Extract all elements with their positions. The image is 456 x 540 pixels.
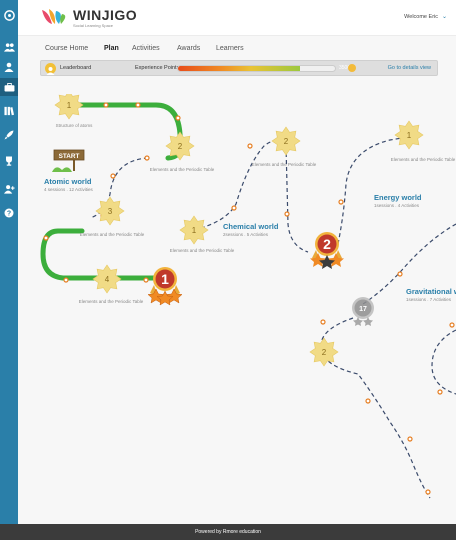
xp-progress-bar (177, 65, 336, 72)
rocket-icon[interactable] (2, 128, 16, 142)
lesson-node[interactable]: 1 (394, 120, 424, 150)
lesson-node[interactable]: 1 (179, 215, 209, 245)
coin-icon (348, 64, 356, 72)
world-meta-energy: 1sessions . 4 Activities (374, 203, 420, 208)
world-title-energy[interactable]: Energy world (374, 193, 422, 202)
leaderboard-bar: Leaderboard Experience Points 3500 Go to… (40, 60, 438, 76)
leaderboard-label[interactable]: Leaderboard (60, 65, 91, 71)
lesson-node[interactable]: 1 (54, 94, 84, 120)
path-completed (66, 102, 184, 161)
lesson-node[interactable]: 2 (271, 126, 301, 156)
badge-locked[interactable]: 17 (352, 297, 374, 326)
lesson-node-number: 2 (178, 142, 183, 151)
world-meta-atomic: 4 sessions . 12 Activities (44, 187, 94, 192)
world-title-gravitational[interactable]: Gravitational w (406, 287, 456, 296)
sidebar: ? (0, 0, 18, 524)
app-root: ? WINJIGO Social Learning Space Welcome … (0, 0, 456, 540)
lesson-node-number: 1 (67, 101, 72, 110)
user-add-icon[interactable] (2, 182, 16, 196)
logo-icon[interactable] (2, 8, 16, 22)
tab-activities[interactable]: Activities (132, 45, 160, 52)
start-sign: START (52, 149, 85, 172)
winjigo-logo-icon (42, 9, 66, 24)
path-remaining (193, 140, 287, 231)
lesson-node-caption: Elements and the Periodic Table (391, 157, 456, 162)
lesson-node-caption: Elements and the Periodic Table (80, 232, 145, 237)
footer: Powered by Rmore education (0, 524, 456, 540)
tab-course-home[interactable]: Course Home (45, 45, 88, 52)
path-remaining (337, 137, 403, 245)
lesson-node-number: 1 (407, 131, 412, 140)
users-icon[interactable] (2, 40, 16, 54)
books-icon[interactable] (2, 104, 16, 118)
trophy-icon[interactable] (2, 154, 16, 168)
lesson-node-number: 2 (322, 348, 327, 357)
badge-number: 2 (323, 236, 331, 252)
lesson-node-number: 3 (108, 207, 113, 216)
course-nav: Course Home Plan Activities Awards Learn… (18, 36, 456, 94)
badge-1[interactable]: 1 (147, 267, 183, 306)
badge-2[interactable]: 2 (310, 232, 344, 269)
lesson-node-caption: Structure of atoms (56, 123, 94, 128)
lesson-node-caption: Elements and the Periodic Table (79, 299, 144, 304)
lesson-node-number: 2 (284, 137, 289, 146)
brand-logo[interactable]: WINJIGO Social Learning Space (40, 8, 137, 28)
badge-number: 1 (161, 271, 169, 287)
xp-label: Experience Points (135, 65, 180, 71)
tab-learners[interactable]: Learners (216, 45, 244, 52)
tab-awards[interactable]: Awards (177, 45, 200, 52)
lesson-node[interactable]: 2 (309, 337, 339, 367)
path-remaining (320, 317, 431, 499)
briefcase-icon[interactable] (2, 80, 16, 94)
lesson-node[interactable]: 2 (165, 131, 195, 161)
brand-name: WINJIGO (73, 7, 138, 23)
lesson-node-number: 1 (192, 226, 197, 235)
details-view-link[interactable]: Go to details view (388, 65, 431, 71)
xp-progress-fill (178, 66, 301, 71)
badge-number: 17 (359, 306, 367, 313)
lesson-node-number: 4 (105, 275, 110, 284)
start-sign-label: START (59, 153, 80, 160)
path-remaining (431, 329, 456, 395)
world-meta-gravitational: 1sessions . 7 Activities (406, 297, 452, 302)
leaderboard-avatar-icon (45, 63, 56, 75)
world-meta-chemical: 2sessions . 5 Activities (223, 232, 269, 237)
help-icon[interactable]: ? (2, 206, 16, 220)
lesson-node[interactable]: 4 (92, 264, 122, 294)
svg-text:?: ? (7, 211, 11, 218)
user-icon[interactable] (2, 60, 16, 74)
lesson-node-caption: Elements and the Periodic Table (170, 248, 235, 253)
chevron-down-icon[interactable]: ⌄ (442, 13, 447, 20)
tab-plan[interactable]: Plan (104, 45, 119, 52)
world-title-chemical[interactable]: Chemical world (223, 222, 279, 231)
lesson-node-caption: Elements and the Periodic Table (252, 162, 317, 167)
lesson-node[interactable]: 3 (95, 196, 125, 226)
brand-tagline: Social Learning Space (73, 23, 114, 28)
welcome-user-menu[interactable]: Welcome Eric (404, 14, 438, 20)
lesson-node-caption: Elements and the Periodic Table (150, 167, 215, 172)
top-bar: WINJIGO Social Learning Space Welcome Er… (18, 0, 456, 36)
learning-path-map: START Atomic world 4 sessions . 12 Activ… (40, 94, 456, 499)
world-title-atomic[interactable]: Atomic world (44, 177, 92, 186)
